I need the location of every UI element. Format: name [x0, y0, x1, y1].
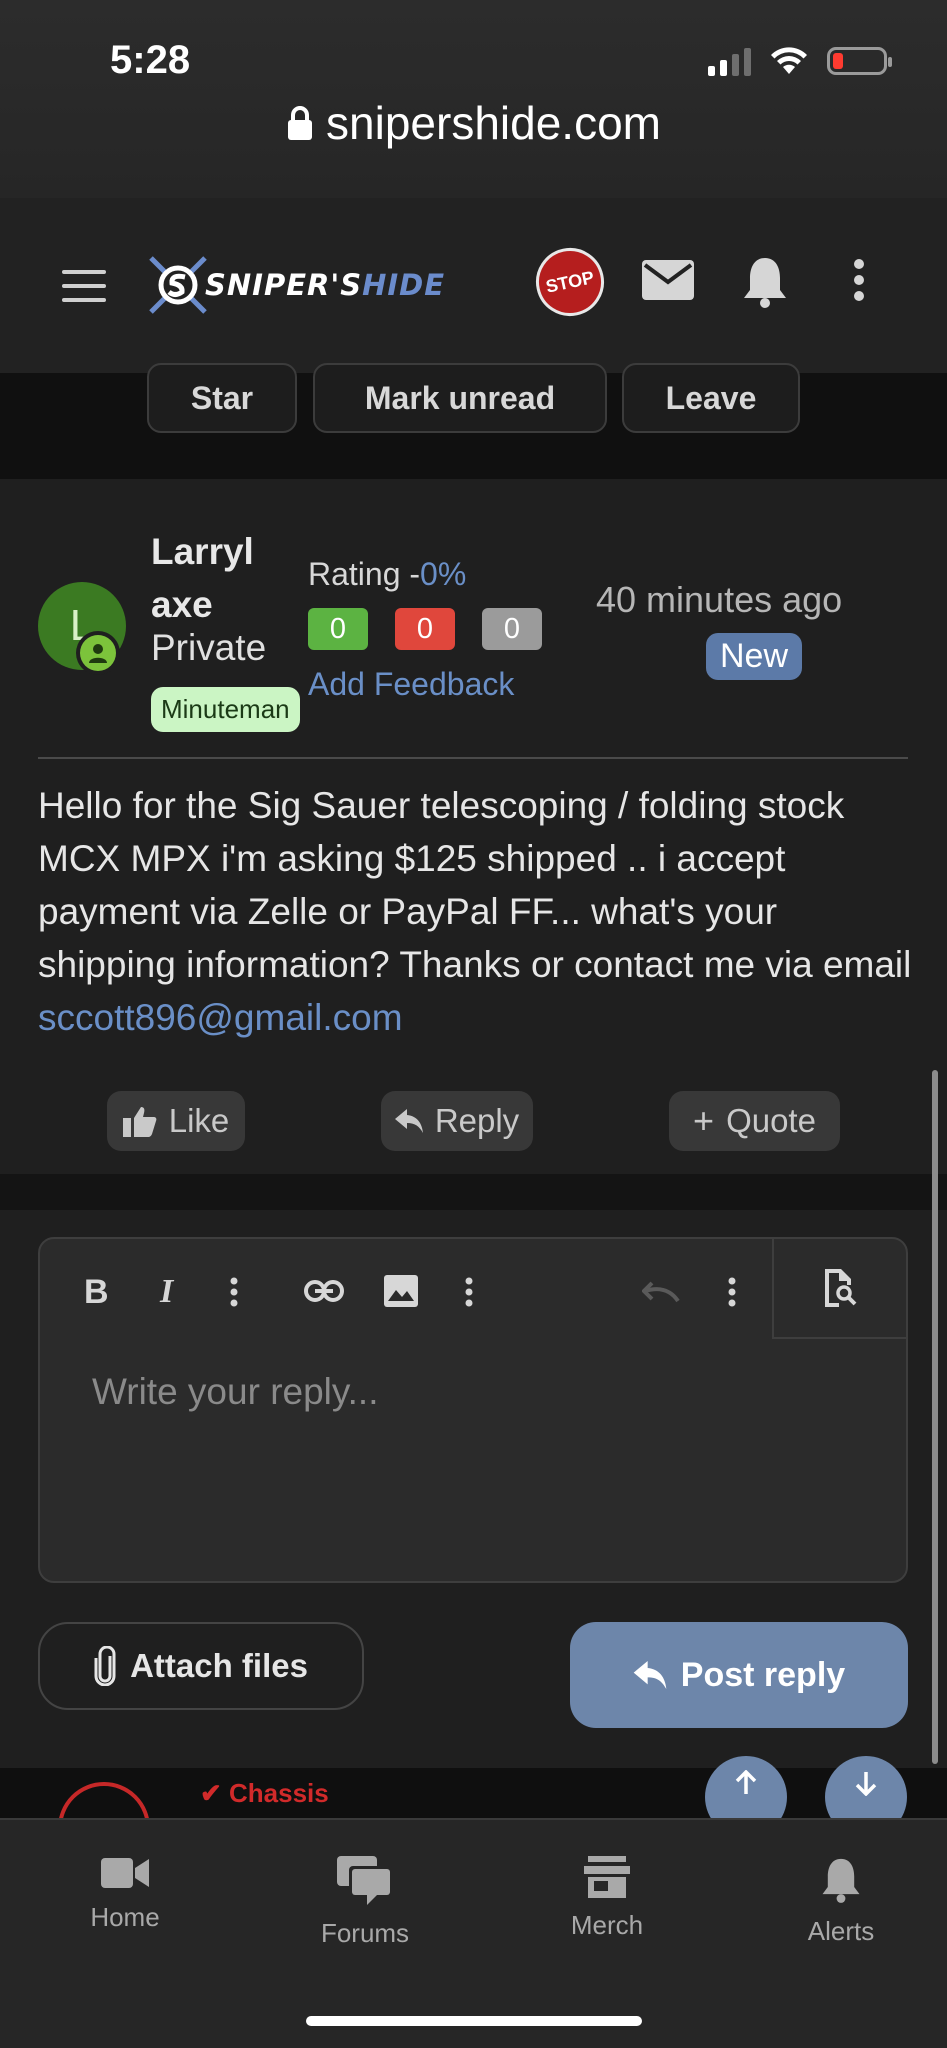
mail-icon[interactable] — [642, 260, 694, 300]
rating-negative[interactable]: 0 — [395, 608, 455, 650]
attach-files-button[interactable]: Attach files — [38, 1622, 364, 1710]
store-icon — [584, 1856, 630, 1898]
lock-icon — [288, 106, 313, 140]
paperclip-icon — [94, 1646, 116, 1686]
more-vertical-icon[interactable] — [852, 258, 866, 302]
url-text: snipershide.com — [326, 97, 661, 149]
preview-button[interactable] — [772, 1239, 906, 1339]
link-icon[interactable] — [304, 1279, 344, 1303]
logo-text: SNIPER'SHIDE — [205, 268, 446, 302]
battery-icon — [827, 47, 892, 75]
mark-unread-button[interactable]: Mark unread — [313, 363, 607, 433]
chat-bubbles-icon — [337, 1856, 391, 1905]
stop-snitchin-sign-icon[interactable]: STOP — [529, 241, 611, 323]
divider — [38, 757, 908, 759]
url-bar[interactable]: snipershide.com — [0, 96, 947, 150]
more-vertical-icon[interactable] — [728, 1277, 736, 1307]
like-button[interactable]: Like — [107, 1091, 245, 1151]
reply-arrow-icon — [633, 1661, 667, 1689]
bold-icon[interactable]: B — [84, 1273, 109, 1312]
add-feedback-link[interactable]: Add Feedback — [308, 666, 514, 703]
status-icons — [708, 46, 892, 76]
nav-home[interactable]: Home — [45, 1856, 205, 1933]
reply-arrow-icon — [394, 1109, 423, 1133]
quote-button[interactable]: + Quote — [669, 1091, 840, 1151]
reply-button[interactable]: Reply — [381, 1091, 533, 1151]
crosshair-logo-icon — [149, 256, 207, 314]
site-logo[interactable]: SNIPER'SHIDE — [145, 250, 485, 320]
more-vertical-icon[interactable] — [230, 1277, 238, 1307]
ad-text: ✔ Chassis — [200, 1778, 329, 1808]
nav-forums[interactable]: Forums — [285, 1856, 445, 1949]
bottom-nav: Home Forums Merch Alerts — [0, 1818, 947, 2048]
rating-value: 0% — [420, 556, 467, 592]
nav-merch[interactable]: Merch — [527, 1856, 687, 1941]
scrollbar[interactable] — [932, 1070, 938, 1764]
leave-button[interactable]: Leave — [622, 363, 800, 433]
browser-chrome: 5:28 snipershide.com — [0, 0, 947, 198]
menu-icon[interactable] — [62, 270, 106, 302]
more-vertical-icon[interactable] — [465, 1277, 473, 1307]
reply-editor: B I Write your reply... — [38, 1237, 908, 1583]
nav-alerts[interactable]: Alerts — [761, 1856, 921, 1947]
thumbs-up-icon — [122, 1107, 157, 1137]
status-time: 5:28 — [110, 38, 191, 82]
post-body: Hello for the Sig Sauer telescoping / fo… — [38, 785, 912, 1038]
rating-label: Rating -0% — [308, 556, 467, 592]
user-badge: Minuteman — [151, 687, 300, 732]
reply-input[interactable]: Write your reply... — [92, 1371, 378, 1413]
wifi-icon — [771, 47, 807, 74]
ad-logo — [58, 1782, 150, 1818]
email-link[interactable]: sccott896@gmail.com — [38, 997, 403, 1038]
post: L Larryl axe Private Minuteman Rating -0… — [0, 479, 947, 1174]
home-indicator[interactable] — [306, 2016, 642, 2026]
image-icon[interactable] — [384, 1275, 418, 1307]
italic-icon[interactable]: I — [160, 1273, 173, 1311]
cellular-signal-icon — [708, 46, 751, 76]
video-camera-icon — [101, 1858, 149, 1888]
rating-positive[interactable]: 0 — [308, 608, 368, 650]
arrow-down-icon — [855, 1772, 877, 1796]
star-button[interactable]: Star — [147, 363, 297, 433]
plus-icon: + — [693, 1100, 715, 1141]
reply-area: B I Write your reply... Attach files Pos… — [0, 1210, 947, 1768]
new-badge: New — [706, 633, 803, 680]
undo-icon[interactable] — [642, 1281, 680, 1303]
user-title: Private — [151, 627, 267, 668]
ad-banner[interactable]: ✔ Chassis — [0, 1768, 947, 1818]
username[interactable]: Larryl axe — [151, 525, 281, 631]
post-reply-button[interactable]: Post reply — [570, 1622, 908, 1728]
arrow-up-icon — [735, 1770, 757, 1794]
rating-neutral[interactable]: 0 — [482, 608, 542, 650]
document-search-icon — [825, 1269, 857, 1307]
bell-icon — [822, 1858, 860, 1903]
site-header: SNIPER'SHIDE STOP — [0, 198, 947, 373]
user-status-icon — [76, 631, 120, 675]
thread-actions: Star Mark unread Leave — [0, 363, 947, 479]
bell-icon[interactable] — [740, 256, 790, 308]
post-timestamp[interactable]: 40 minutes ago — [596, 579, 842, 621]
